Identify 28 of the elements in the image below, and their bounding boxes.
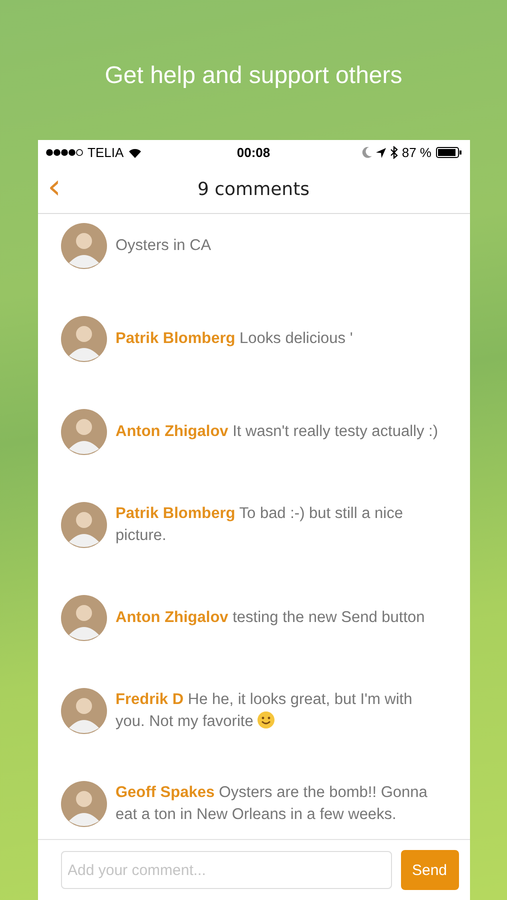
- comment-text: Fredrik D He he, it looks great, but I'm with you. Not my favorite: [116, 690, 414, 732]
- comment-text: Anton Zhigalov testing the new Send button: [116, 608, 425, 628]
- avatar-icon: [60, 595, 106, 641]
- screen-title: 9 comments: [197, 178, 310, 200]
- headline: Get help and support others: [104, 61, 402, 91]
- comment-text: Patrik Blomberg Looks delicious ': [116, 329, 353, 349]
- send-button[interactable]: Send: [400, 850, 458, 890]
- moon-icon: [362, 147, 372, 158]
- avatar-icon: [60, 688, 106, 734]
- avatar-icon: [60, 409, 106, 455]
- battery-icon: [436, 147, 462, 158]
- signal-icon: [46, 149, 84, 156]
- bluetooth-icon: [390, 146, 398, 159]
- comment-text: Geoff Spakes Oysters are the bomb!! Gonna eat a ton in New Orleans in a few weeks.: [116, 783, 428, 825]
- comment-input[interactable]: Add your comment...: [60, 851, 392, 889]
- wifi-icon: [128, 148, 142, 158]
- avatar-icon: [60, 316, 106, 362]
- clock-time: 00:08: [236, 145, 270, 160]
- battery-percent: 87 %: [402, 145, 432, 160]
- comment-text: Oysters in CA: [116, 236, 212, 256]
- avatar-icon: [60, 781, 106, 827]
- carrier-label: TELIA: [88, 145, 124, 160]
- location-arrow-icon: [376, 148, 386, 158]
- avatar-icon: [60, 223, 106, 269]
- comment-text: Anton Zhigalov It wasn't really testy actually :): [116, 422, 438, 442]
- avatar-icon: [60, 502, 106, 548]
- back-button[interactable]: ‹: [44, 171, 66, 203]
- comment-text: Patrik Blomberg To bad :-) but still a nice picture.: [116, 504, 404, 546]
